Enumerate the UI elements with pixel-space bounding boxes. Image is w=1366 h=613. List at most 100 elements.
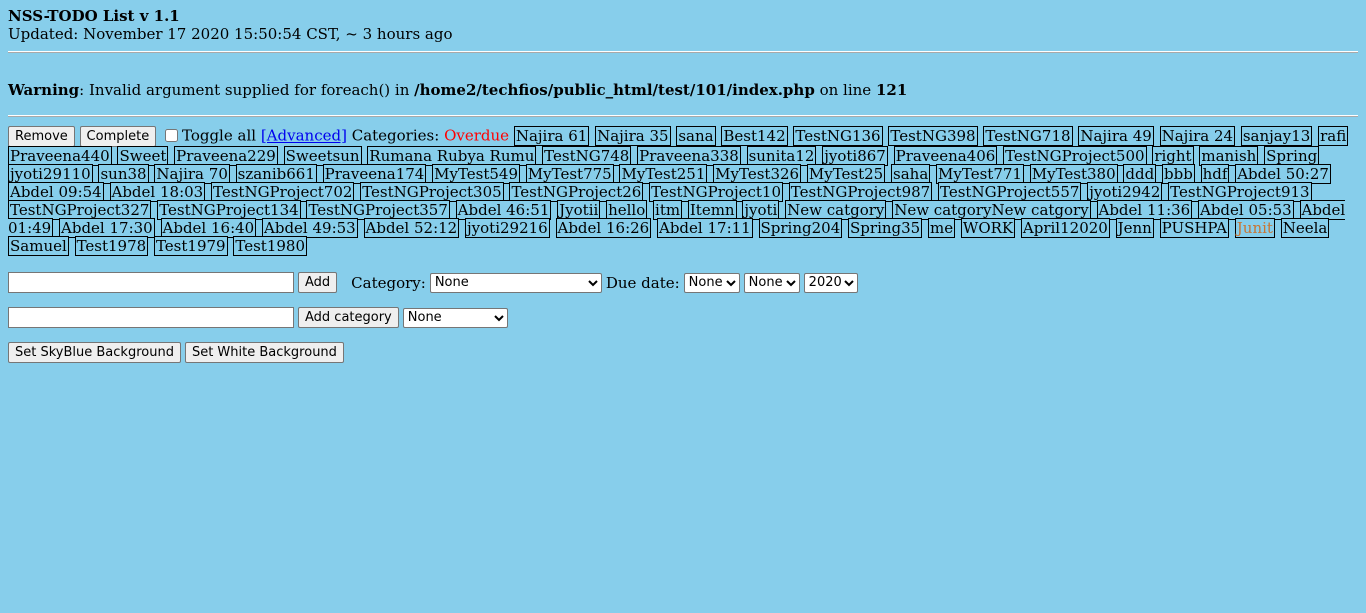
category-chip[interactable]: jyoti xyxy=(742,200,780,220)
category-chip[interactable]: TestNGProject305 xyxy=(360,182,504,202)
category-chip[interactable]: hdf xyxy=(1200,164,1230,184)
category-chip[interactable]: MyTest549 xyxy=(432,164,521,184)
category-chip[interactable]: ddd xyxy=(1123,164,1157,184)
category-chip[interactable]: Junit xyxy=(1234,218,1275,238)
parent-category-select[interactable]: None xyxy=(402,307,508,328)
category-chip[interactable]: Samuel xyxy=(8,236,69,256)
category-chip[interactable]: TestNGProject500 xyxy=(1003,146,1147,166)
category-chip[interactable]: Abdel 11:36 xyxy=(1096,200,1193,220)
category-chip[interactable]: Najira 49 xyxy=(1078,125,1154,146)
overdue-filter[interactable]: Overdue xyxy=(444,127,509,145)
category-chip[interactable]: TestNGProject134 xyxy=(157,200,301,220)
category-chip[interactable]: hello xyxy=(606,200,648,220)
category-chip[interactable]: TestNGProject702 xyxy=(211,182,355,202)
category-chip[interactable]: TestNG398 xyxy=(888,125,978,146)
category-chip[interactable]: Praveena406 xyxy=(893,146,998,166)
category-chip[interactable]: me xyxy=(928,218,956,238)
category-chip[interactable]: April12020 xyxy=(1020,218,1110,238)
category-chip[interactable]: TestNGProject913 xyxy=(1168,182,1312,202)
category-chip[interactable]: itm xyxy=(653,200,683,220)
category-chip[interactable]: sana xyxy=(676,125,716,146)
category-chip[interactable]: TestNG748 xyxy=(542,146,632,166)
category-chip[interactable]: Abdel 16:26 xyxy=(555,218,652,238)
category-chip[interactable]: TestNGProject987 xyxy=(788,182,933,202)
category-chip[interactable]: Test1980 xyxy=(233,236,307,256)
category-chip[interactable]: Spring204 xyxy=(758,218,843,238)
category-select[interactable]: None xyxy=(429,272,602,293)
category-chip[interactable]: Sweet xyxy=(117,146,169,166)
toggle-all-checkbox[interactable] xyxy=(164,128,178,142)
category-chip[interactable]: New catgoryNew catgory xyxy=(892,200,1091,220)
remove-button[interactable]: Remove xyxy=(8,126,75,147)
category-chip[interactable]: jyoti29216 xyxy=(465,218,550,238)
category-chip[interactable]: Praveena440 xyxy=(8,146,112,166)
category-chip[interactable]: bbb xyxy=(1162,164,1195,184)
category-chip[interactable]: Sweetsun xyxy=(283,146,362,166)
category-chip[interactable]: MyTest326 xyxy=(713,164,802,184)
category-chip[interactable]: Abdel 05:53 xyxy=(1198,200,1294,220)
category-chip[interactable]: Praveena174 xyxy=(322,164,427,184)
add-button[interactable]: Add xyxy=(298,272,338,293)
due-month-select[interactable]: None xyxy=(743,272,800,293)
category-chip[interactable]: Praveena229 xyxy=(174,146,278,166)
advanced-link[interactable]: [Advanced] xyxy=(261,127,347,145)
category-chip[interactable]: sanjay13 xyxy=(1240,125,1313,146)
category-chip[interactable]: TestNG718 xyxy=(983,125,1073,146)
category-chip[interactable]: MyTest771 xyxy=(936,164,1024,184)
category-chip[interactable]: right xyxy=(1152,146,1194,166)
category-chip[interactable]: sun38 xyxy=(98,164,149,184)
category-chip[interactable]: TestNGProject557 xyxy=(938,182,1082,202)
category-chip[interactable]: Neela xyxy=(1280,218,1330,238)
category-chip[interactable]: MyTest251 xyxy=(619,164,708,184)
category-chip[interactable]: Test1979 xyxy=(153,236,228,256)
category-chip[interactable]: Itemn xyxy=(687,200,737,220)
category-chip[interactable]: MyTest380 xyxy=(1029,164,1118,184)
category-chip[interactable]: jyoti867 xyxy=(822,146,888,166)
category-chip[interactable]: Abdel 46:51 xyxy=(455,200,552,220)
category-chip[interactable]: TestNGProject327 xyxy=(8,200,152,220)
category-chip[interactable]: WORK xyxy=(960,218,1016,238)
complete-button[interactable]: Complete xyxy=(79,126,157,147)
todo-input[interactable] xyxy=(8,272,294,293)
category-chip[interactable]: Abdel 16:40 xyxy=(160,218,257,238)
category-chip[interactable]: Abdel 17:30 xyxy=(59,218,155,238)
category-chip[interactable]: Najira 61 xyxy=(513,125,590,146)
category-chip[interactable]: Best142 xyxy=(721,125,788,146)
category-chip[interactable]: TestNG136 xyxy=(793,125,883,146)
category-chip[interactable]: jyoti2942 xyxy=(1087,182,1163,202)
category-chip[interactable]: MyTest25 xyxy=(806,164,886,184)
category-chip[interactable]: manish xyxy=(1199,146,1259,166)
category-chip[interactable]: Abdel 17:11 xyxy=(657,218,753,238)
category-chip[interactable]: Praveena338 xyxy=(637,146,741,166)
category-input[interactable] xyxy=(8,307,294,328)
category-chip[interactable]: New catgory xyxy=(785,200,887,220)
category-chip[interactable]: Najira 24 xyxy=(1159,125,1236,146)
category-chip[interactable]: sunita12 xyxy=(746,146,817,166)
category-chip[interactable]: TestNGProject10 xyxy=(649,182,783,202)
category-chip[interactable]: Najira 70 xyxy=(154,164,230,184)
due-day-select[interactable]: None xyxy=(683,272,740,293)
category-chip[interactable]: Abdel 49:53 xyxy=(262,218,358,238)
category-chip[interactable]: MyTest775 xyxy=(525,164,614,184)
category-chip[interactable]: Najira 35 xyxy=(595,125,671,146)
category-chip[interactable]: Jenn xyxy=(1115,218,1154,238)
category-chip[interactable]: Jyotii xyxy=(557,200,601,220)
category-chip[interactable]: Abdel 52:12 xyxy=(363,218,460,238)
category-chip[interactable]: Abdel 09:54 xyxy=(8,182,104,202)
category-chip[interactable]: TestNGProject26 xyxy=(509,182,644,202)
category-chip[interactable]: jyoti29110 xyxy=(8,164,93,184)
category-chip[interactable]: rafi xyxy=(1318,125,1349,146)
category-chip[interactable]: TestNGProject357 xyxy=(306,200,450,220)
add-category-button[interactable]: Add category xyxy=(298,307,399,328)
category-chip[interactable]: PUSHPA xyxy=(1159,218,1229,238)
category-chip[interactable]: szanib661 xyxy=(235,164,317,184)
set-skyblue-background-button[interactable]: Set SkyBlue Background xyxy=(8,342,181,363)
category-chip[interactable]: Test1978 xyxy=(74,236,149,256)
due-year-select[interactable]: 2020 xyxy=(803,272,858,293)
category-chip[interactable]: Rumana Rubya Rumu xyxy=(367,146,537,166)
set-white-background-button[interactable]: Set White Background xyxy=(184,342,344,363)
category-chip[interactable]: Spring35 xyxy=(848,218,923,238)
category-chip[interactable]: Abdel 18:03 xyxy=(109,182,206,202)
category-chip[interactable]: saha xyxy=(891,164,931,184)
category-chip[interactable]: Abdel 50:27 xyxy=(1235,164,1331,184)
